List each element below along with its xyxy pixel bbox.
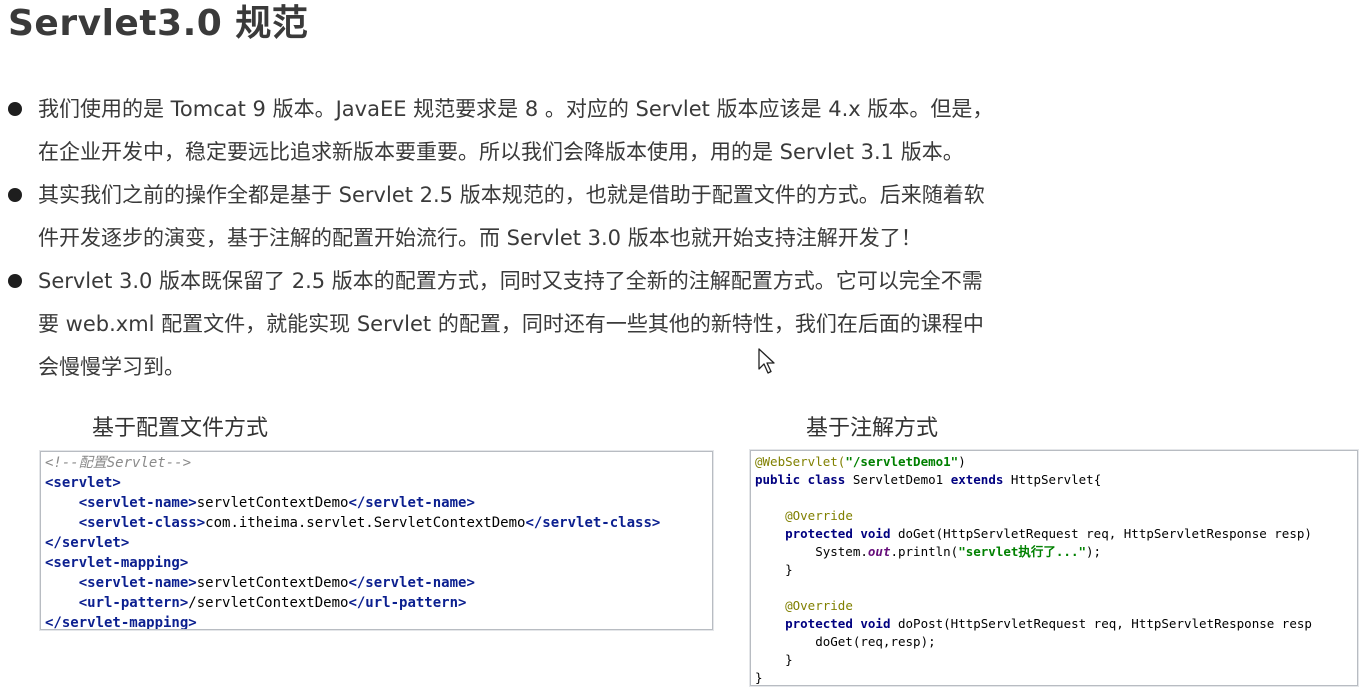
- bullet-dot-icon: [8, 274, 22, 288]
- code-token: </servlet>: [45, 535, 130, 551]
- code-token: @Override: [785, 508, 853, 523]
- code-line: System.out.println("servlet执行了...");: [755, 543, 1357, 561]
- xml-code-block: <!--配置Servlet--> <servlet> <servlet-name>…: [40, 451, 713, 630]
- code-token: com.itheima.servlet.ServletContextDemo: [205, 515, 526, 531]
- code-token: <servlet>: [45, 475, 121, 491]
- code-line: doGet(req,resp);: [755, 633, 1357, 651]
- code-line: <servlet-name>servletContextDemo</servle…: [45, 493, 712, 513]
- code-token: /servletContextDemo: [188, 595, 349, 611]
- caption-config-file: 基于配置文件方式: [92, 416, 269, 441]
- code-line: }: [755, 561, 1357, 579]
- code-token: }: [755, 670, 763, 685]
- java-code-block: @WebServlet("/servletDemo1") public class…: [750, 450, 1358, 686]
- bullet-line: 件开发逐步的演变，基于注解的配置开始流行。而 Servlet 3.0 版本也就开…: [38, 226, 922, 250]
- code-line: <servlet-class>com.itheima.servlet.Servl…: [45, 513, 712, 533]
- code-token: }: [755, 652, 793, 667]
- bullet-line: 要 web.xml 配置文件，就能实现 Servlet 的配置，同时还有一些其他…: [38, 312, 984, 336]
- code-token: @WebServlet(: [755, 454, 846, 469]
- code-line: protected void doPost(HttpServletRequest…: [755, 615, 1357, 633]
- code-token: <!--配置Servlet-->: [45, 455, 192, 471]
- code-token: extends: [950, 472, 1011, 487]
- code-token: protected void: [785, 616, 898, 631]
- code-line: @Override: [755, 597, 1357, 615]
- code-token: </servlet-mapping>: [45, 615, 197, 630]
- code-token: <url-pattern>: [78, 595, 189, 611]
- code-token: doGet(req,resp);: [755, 634, 936, 649]
- code-token: ): [958, 454, 966, 469]
- code-line: }: [755, 651, 1357, 669]
- code-line: <!--配置Servlet-->: [45, 453, 712, 473]
- code-token: </servlet-name>: [348, 495, 475, 511]
- code-token: doPost(HttpServletRequest req, HttpServl…: [898, 616, 1312, 631]
- code-line: <url-pattern>/servletContextDemo</url-pa…: [45, 593, 712, 613]
- code-token: }: [755, 562, 793, 577]
- code-line: @WebServlet("/servletDemo1"): [755, 453, 1357, 471]
- caption-annotation: 基于注解方式: [806, 416, 939, 441]
- bullet-list: 我们使用的是 Tomcat 9 版本。JavaEE 规范要求是 8 。对应的 S…: [0, 88, 1130, 389]
- code-line: protected void doGet(HttpServletRequest …: [755, 525, 1357, 543]
- code-token: out: [867, 544, 891, 559]
- bullet-line: 在企业开发中，稳定要远比追求新版本要重要。所以我们会降版本使用，用的是 Serv…: [38, 140, 964, 164]
- code-token: @Override: [785, 598, 853, 613]
- bullet-line: 会慢慢学习到。: [38, 355, 185, 379]
- code-line: </servlet>: [45, 533, 712, 553]
- code-token: </url-pattern>: [348, 595, 467, 611]
- code-token: doGet(HttpServletRequest req, HttpServle…: [898, 526, 1312, 541]
- code-token: </servlet-name>: [348, 575, 475, 591]
- code-token: protected void: [785, 526, 898, 541]
- code-line: @Override: [755, 507, 1357, 525]
- code-token: ServletDemo1: [852, 472, 951, 487]
- code-line: public class ServletDemo1 extends HttpSe…: [755, 471, 1357, 489]
- code-line: }: [755, 669, 1357, 685]
- code-token: <servlet-name>: [78, 495, 197, 511]
- page-title: Servlet3.0 规范: [8, 3, 309, 44]
- bullet-line: Servlet 3.0 版本既保留了 2.5 版本的配置方式，同时又支持了全新的…: [38, 269, 983, 293]
- code-token: .println(: [890, 544, 959, 559]
- code-line: </servlet-mapping>: [45, 613, 712, 630]
- code-token: "servlet执行了...": [958, 544, 1087, 559]
- code-token: System.: [755, 544, 868, 559]
- bullet-item: Servlet 3.0 版本既保留了 2.5 版本的配置方式，同时又支持了全新的…: [0, 260, 1130, 389]
- bullet-dot-icon: [8, 102, 22, 116]
- code-line: <servlet-mapping>: [45, 553, 712, 573]
- bullet-item: 其实我们之前的操作全都是基于 Servlet 2.5 版本规范的，也就是借助于配…: [0, 174, 1130, 260]
- code-token: servletContextDemo: [196, 575, 349, 591]
- code-token: </servlet-class>: [525, 515, 661, 531]
- bullet-line: 其实我们之前的操作全都是基于 Servlet 2.5 版本规范的，也就是借助于配…: [38, 183, 985, 207]
- bullet-line: 我们使用的是 Tomcat 9 版本。JavaEE 规范要求是 8 。对应的 S…: [38, 97, 994, 121]
- mouse-cursor-icon: [758, 348, 775, 374]
- code-token: servletContextDemo: [196, 495, 349, 511]
- code-token: <servlet-class>: [78, 515, 206, 531]
- bullet-dot-icon: [8, 188, 22, 202]
- code-token: <servlet-name>: [78, 575, 197, 591]
- code-token: <servlet-mapping>: [45, 555, 189, 571]
- code-line: <servlet>: [45, 473, 712, 493]
- code-token: HttpServlet{: [1010, 472, 1102, 487]
- bullet-item: 我们使用的是 Tomcat 9 版本。JavaEE 规范要求是 8 。对应的 S…: [0, 88, 1130, 174]
- code-line: <servlet-name>servletContextDemo</servle…: [45, 573, 712, 593]
- code-token: public class: [755, 472, 853, 487]
- code-token: );: [1086, 544, 1102, 559]
- code-token: "/servletDemo1": [845, 454, 959, 469]
